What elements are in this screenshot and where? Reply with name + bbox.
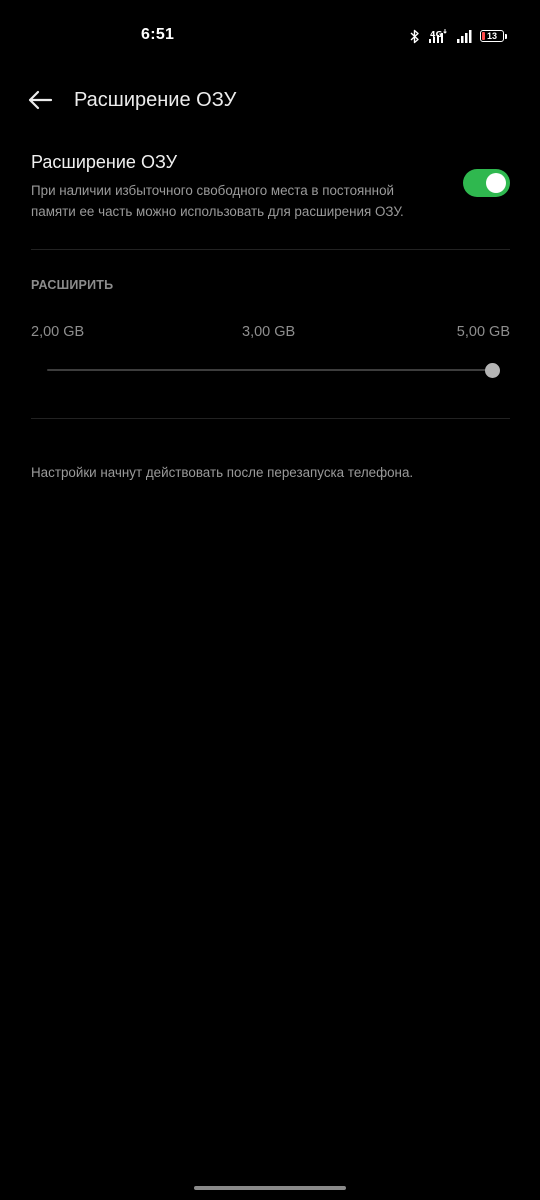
status-icons: 4G 13 bbox=[410, 27, 507, 45]
bluetooth-icon bbox=[410, 29, 420, 44]
ram-expansion-setting[interactable]: Расширение ОЗУ При наличии избыточного с… bbox=[31, 150, 510, 222]
arrow-left-icon bbox=[28, 90, 53, 110]
page-title: Расширение ОЗУ bbox=[74, 89, 237, 111]
home-indicator[interactable] bbox=[194, 1186, 346, 1190]
status-time: 6:51 bbox=[141, 26, 175, 43]
divider bbox=[31, 418, 510, 419]
slider-label-mid[interactable]: 3,00 GB bbox=[242, 324, 295, 340]
ram-expansion-title: Расширение ОЗУ bbox=[31, 152, 178, 172]
signal-icon bbox=[456, 29, 472, 43]
status-bar: 6:51 4G 13 bbox=[0, 0, 540, 72]
ram-expansion-toggle[interactable] bbox=[463, 169, 510, 197]
battery-icon: 13 bbox=[480, 30, 507, 42]
battery-level-fill bbox=[482, 32, 485, 40]
toggle-knob bbox=[486, 173, 506, 193]
restart-note: Настройки начнут действовать после перез… bbox=[31, 465, 414, 480]
expand-section-header: РАСШИРИТЬ bbox=[31, 278, 114, 292]
network-4g-icon: 4G bbox=[428, 28, 448, 44]
ram-size-slider[interactable] bbox=[47, 360, 500, 380]
slider-track bbox=[47, 369, 498, 371]
slider-label-min[interactable]: 2,00 GB bbox=[31, 324, 84, 340]
slider-labels: 2,00 GB 3,00 GB 5,00 GB bbox=[31, 324, 510, 344]
ram-expansion-description: При наличии избыточного свободного места… bbox=[31, 183, 404, 219]
app-header: Расширение ОЗУ bbox=[0, 78, 540, 124]
battery-level: 13 bbox=[486, 31, 497, 41]
network-label: 4G bbox=[430, 30, 442, 39]
slider-label-max[interactable]: 5,00 GB bbox=[457, 324, 510, 340]
divider bbox=[31, 249, 510, 250]
slider-thumb[interactable] bbox=[485, 363, 500, 378]
back-button[interactable] bbox=[22, 82, 58, 118]
